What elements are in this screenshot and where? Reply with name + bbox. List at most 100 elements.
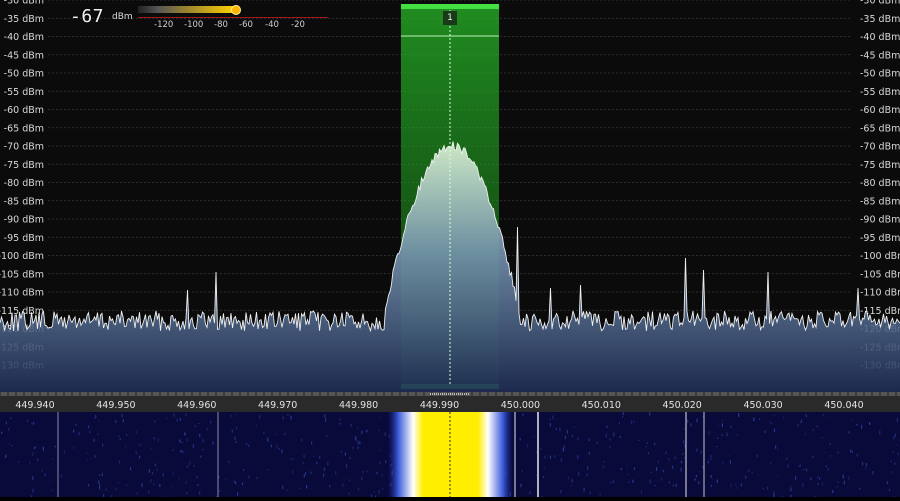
waterfall-noise (157, 468, 158, 470)
waterfall-noise (186, 481, 187, 484)
db-label-right: -45 dBm (860, 50, 900, 61)
vfo-label[interactable]: 1 (443, 11, 457, 25)
waterfall-noise (299, 488, 300, 489)
waterfall-noise (139, 444, 140, 445)
waterfall-noise (603, 465, 604, 468)
waterfall-noise (327, 462, 328, 466)
waterfall-noise (544, 455, 545, 458)
waterfall-noise (802, 483, 803, 487)
waterfall-noise (699, 471, 700, 472)
waterfall-noise (752, 472, 753, 474)
waterfall-noise (122, 414, 123, 418)
waterfall-noise (186, 413, 187, 416)
waterfall-noise (326, 435, 327, 437)
waterfall-noise (30, 462, 31, 464)
frequency-axis[interactable]: 449.940449.950449.960449.970449.980449.9… (0, 392, 900, 412)
signal-scale-label: -80 (214, 20, 228, 30)
waterfall-noise (248, 445, 249, 447)
waterfall-noise (806, 469, 807, 472)
waterfall-noise (843, 475, 844, 479)
waterfall-noise (567, 430, 568, 434)
waterfall-noise (857, 454, 858, 456)
waterfall-noise (852, 451, 853, 453)
waterfall-noise (650, 480, 651, 484)
waterfall-noise (559, 428, 560, 431)
waterfall-noise (701, 450, 702, 453)
waterfall-noise (102, 444, 103, 447)
waterfall-noise (37, 458, 38, 461)
waterfall-noise (141, 443, 142, 446)
waterfall-noise (203, 439, 204, 443)
waterfall-noise (44, 473, 45, 476)
waterfall-noise (225, 478, 226, 481)
waterfall-noise (620, 436, 621, 438)
waterfall-noise (301, 439, 302, 442)
waterfall-noise (777, 476, 778, 477)
waterfall-noise (342, 483, 343, 487)
waterfall-display[interactable] (0, 412, 900, 497)
waterfall-noise (795, 476, 796, 480)
waterfall-noise (862, 462, 863, 465)
waterfall-noise (822, 437, 823, 439)
waterfall-noise (850, 449, 851, 452)
squelch-slider-track[interactable] (138, 17, 328, 18)
waterfall-noise (89, 431, 90, 434)
waterfall-noise (822, 482, 823, 486)
squelch-slider-knob[interactable] (231, 5, 241, 15)
waterfall-noise (282, 486, 283, 489)
waterfall-noise (866, 463, 867, 466)
waterfall-noise (634, 467, 635, 470)
waterfall-noise (139, 456, 140, 459)
waterfall-noise (237, 492, 238, 496)
waterfall-noise (52, 458, 53, 460)
waterfall-noise (806, 414, 807, 417)
waterfall-noise (638, 440, 639, 441)
waterfall-noise (179, 440, 180, 443)
waterfall-noise (568, 476, 569, 479)
db-label-left: -75 dBm (4, 160, 44, 171)
waterfall-noise (800, 465, 801, 467)
frequency-label: 450.000 (501, 400, 540, 411)
waterfall-noise (682, 453, 683, 455)
db-label-left: -70 dBm (4, 142, 44, 153)
waterfall-noise (767, 487, 768, 490)
waterfall-noise (565, 436, 566, 439)
waterfall-noise (623, 412, 624, 415)
waterfall-noise (78, 432, 79, 435)
waterfall-noise (232, 429, 233, 432)
waterfall-noise (741, 483, 742, 486)
waterfall-noise (293, 458, 294, 459)
waterfall-noise (94, 455, 95, 458)
db-label-right: -55 dBm (860, 87, 900, 98)
spectrum-display[interactable]: -30 dBm-35 dBm-40 dBm-45 dBm-50 dBm-55 d… (0, 0, 900, 392)
waterfall-noise (647, 442, 648, 444)
waterfall-noise (64, 450, 65, 454)
waterfall-noise (279, 448, 280, 450)
waterfall-noise (810, 477, 811, 480)
frequency-label: 449.960 (177, 400, 216, 411)
waterfall-noise (99, 475, 100, 476)
waterfall-noise (197, 484, 198, 486)
waterfall-noise (324, 414, 325, 418)
waterfall-noise (202, 449, 203, 451)
db-label-left: -80 dBm (4, 178, 44, 189)
waterfall-noise (351, 424, 352, 428)
frequency-axis-svg: 449.940449.950449.960449.970449.980449.9… (0, 392, 900, 412)
waterfall-noise (520, 484, 521, 488)
waterfall-noise (148, 490, 149, 494)
waterfall-noise (726, 433, 727, 437)
db-label-left: -65 dBm (4, 123, 44, 134)
db-label-left: -60 dBm (4, 105, 44, 116)
waterfall-noise (235, 482, 236, 484)
spectrum-plot[interactable]: -30 dBm-35 dBm-40 dBm-45 dBm-50 dBm-55 d… (0, 0, 900, 392)
db-label-left: -55 dBm (4, 87, 44, 98)
waterfall-noise (621, 468, 622, 470)
waterfall-noise (43, 447, 44, 451)
waterfall-noise (90, 458, 91, 460)
waterfall-noise (385, 432, 386, 436)
waterfall-noise (799, 466, 800, 467)
waterfall-noise (197, 476, 198, 478)
waterfall-noise (771, 423, 772, 424)
waterfall-noise (812, 456, 813, 458)
vfo-passband-top-edge[interactable] (401, 4, 499, 9)
